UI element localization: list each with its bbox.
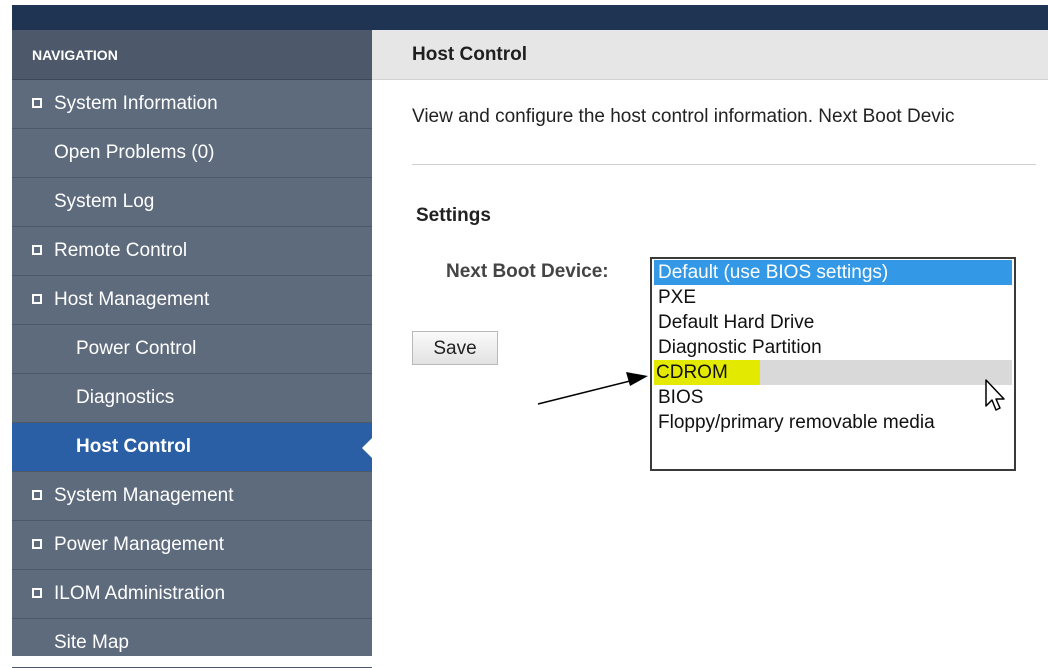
nav-item-label: Host Control	[76, 436, 192, 457]
nav-item-remote-control[interactable]: Remote Control	[12, 227, 372, 276]
top-banner	[0, 0, 1048, 30]
expander-icon[interactable]	[32, 245, 42, 255]
divider	[412, 164, 1036, 165]
nav-item-system-information[interactable]: System Information	[12, 80, 372, 129]
boot-option-pxe[interactable]: PXE	[654, 285, 1012, 310]
nav-item-label: System Log	[54, 191, 155, 212]
active-pointer-icon	[362, 438, 372, 458]
navigation-sidebar: NAVIGATION System Information Open Probl…	[12, 30, 372, 668]
nav-item-label: Power Management	[54, 534, 225, 555]
nav-item-host-management[interactable]: Host Management	[12, 276, 372, 325]
boot-option-cdrom[interactable]: CDROM	[654, 360, 760, 385]
page-description: View and configure the host control info…	[412, 106, 955, 127]
nav-item-label: Site Map	[54, 632, 129, 653]
next-boot-device-label: Next Boot Device:	[446, 261, 609, 282]
boot-option-cdrom-row[interactable]: CDROM	[654, 360, 1012, 385]
boot-option-bios[interactable]: BIOS	[654, 385, 1012, 410]
nav-item-label: System Information	[54, 93, 218, 114]
nav-item-label: System Management	[54, 485, 234, 506]
nav-item-diagnostics[interactable]: Diagnostics	[12, 374, 372, 423]
nav-item-power-control[interactable]: Power Control	[12, 325, 372, 374]
page-title: Host Control	[372, 30, 1048, 80]
nav-item-label: Power Control	[76, 338, 197, 359]
nav-item-label: Diagnostics	[76, 387, 175, 408]
main-content: Host Control View and configure the host…	[372, 30, 1048, 656]
mouse-pointer-icon	[985, 379, 1005, 411]
nav-item-site-map[interactable]: Site Map	[12, 619, 372, 668]
navigation-header: NAVIGATION	[12, 30, 372, 80]
boot-option-floppy[interactable]: Floppy/primary removable media	[654, 410, 1012, 435]
boot-option-default-bios[interactable]: Default (use BIOS settings)	[654, 260, 1012, 285]
next-boot-device-dropdown-list[interactable]: Default (use BIOS settings) PXE Default …	[650, 257, 1016, 471]
nav-item-host-control[interactable]: Host Control	[12, 423, 372, 472]
nav-item-label: Host Management	[54, 289, 210, 310]
top-banner-bar	[12, 5, 1048, 30]
save-button[interactable]: Save	[412, 331, 498, 365]
nav-item-label: ILOM Administration	[54, 583, 226, 604]
nav-item-system-log[interactable]: System Log	[12, 178, 372, 227]
boot-option-diagnostic-partition[interactable]: Diagnostic Partition	[654, 335, 1012, 360]
settings-heading: Settings	[416, 205, 491, 226]
nav-item-system-management[interactable]: System Management	[12, 472, 372, 521]
expander-icon[interactable]	[32, 490, 42, 500]
expander-icon[interactable]	[32, 588, 42, 598]
collapse-icon[interactable]	[32, 294, 42, 304]
nav-item-ilom-administration[interactable]: ILOM Administration	[12, 570, 372, 619]
boot-option-default-hard-drive[interactable]: Default Hard Drive	[654, 310, 1012, 335]
nav-item-power-management[interactable]: Power Management	[12, 521, 372, 570]
nav-item-label: Remote Control	[54, 240, 188, 261]
nav-item-open-problems[interactable]: Open Problems (0)	[12, 129, 372, 178]
expander-icon[interactable]	[32, 98, 42, 108]
expander-icon[interactable]	[32, 539, 42, 549]
nav-item-label: Open Problems (0)	[54, 142, 215, 163]
